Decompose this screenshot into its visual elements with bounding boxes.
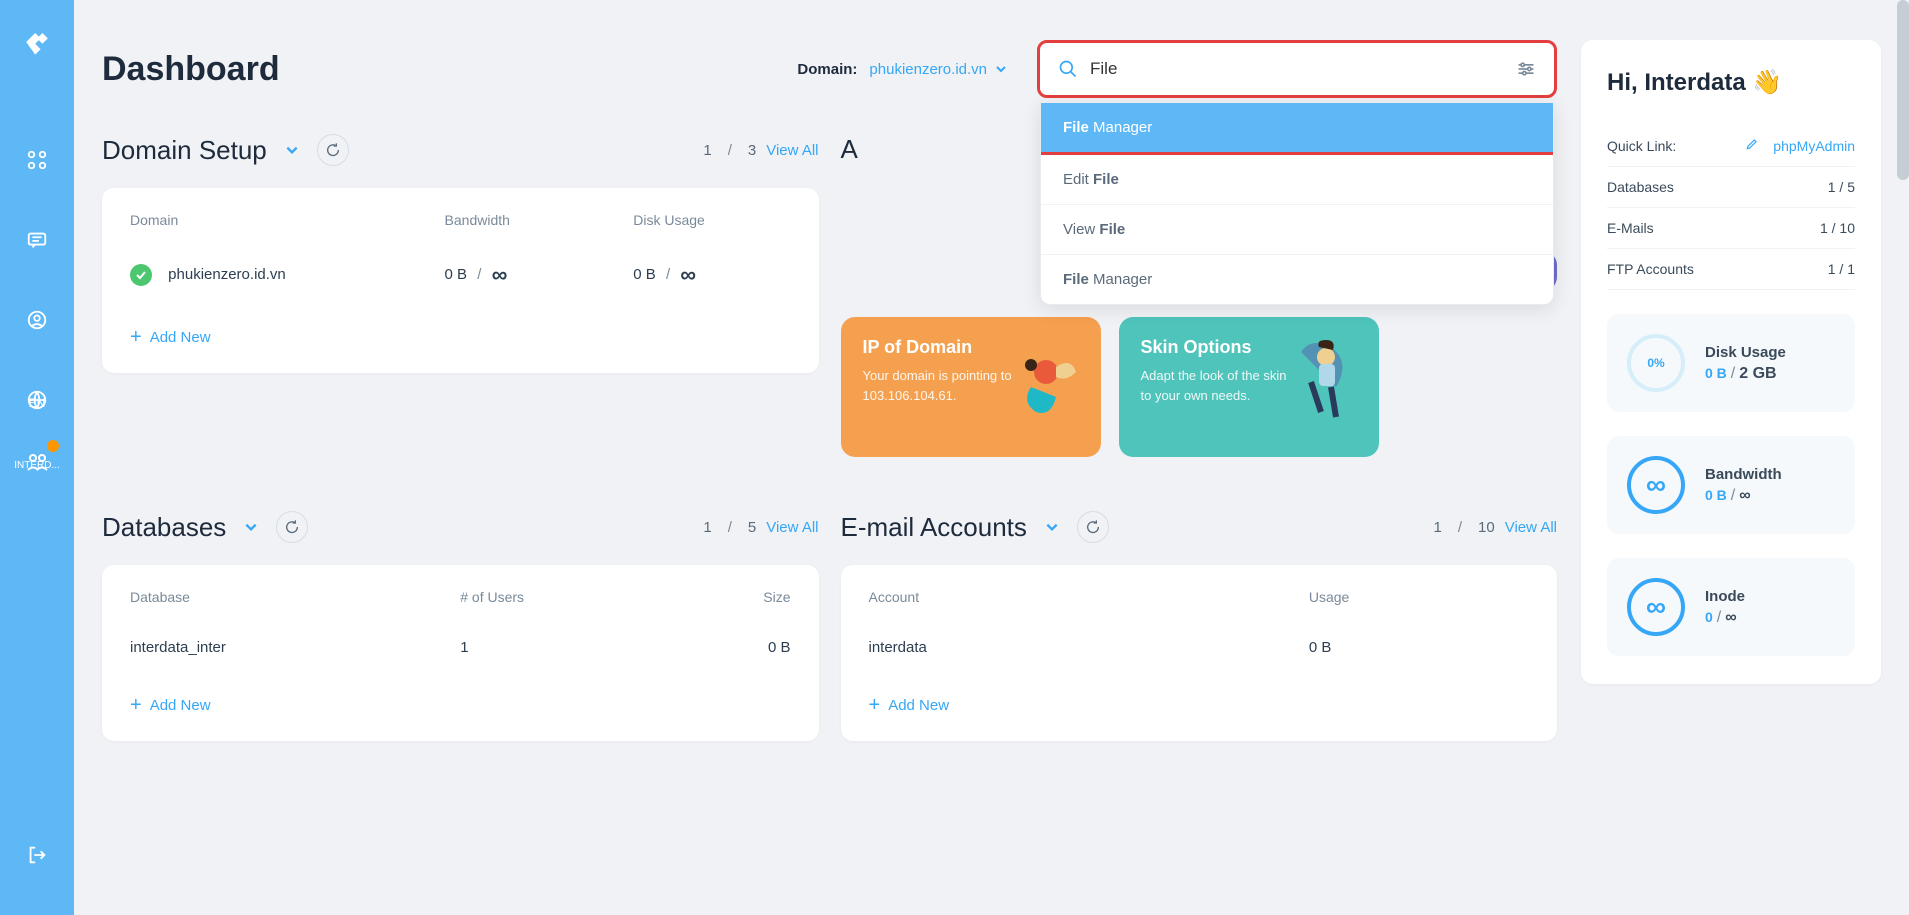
logo-icon <box>19 24 55 60</box>
domain-label: Domain: <box>797 61 857 78</box>
search-result-item[interactable]: Edit File <box>1041 155 1553 205</box>
page-val: 1 <box>703 142 711 159</box>
search-result-item[interactable]: File Manager <box>1041 255 1553 304</box>
domain-select[interactable]: phukienzero.id.vn <box>869 61 1007 78</box>
add-new-button[interactable]: + Add New <box>869 676 1530 717</box>
search-icon <box>1058 59 1078 79</box>
lang-label[interactable]: EN <box>29 396 46 410</box>
databases-card: Database # of Users Size interdata_inter… <box>102 565 819 741</box>
table-row[interactable]: phukienzero.id.vn 0 B / ∞ 0 B / ∞ <box>130 242 791 308</box>
refresh-button[interactable] <box>317 134 349 166</box>
chevron-down-icon[interactable] <box>240 516 262 538</box>
apps-icon[interactable] <box>17 140 57 180</box>
chevron-down-icon[interactable] <box>1041 516 1063 538</box>
quick-row[interactable]: E-Mails 1 / 10 <box>1607 208 1855 249</box>
chat-icon[interactable] <box>17 220 57 260</box>
stat-disk: 0% Disk Usage 0 B/2 GB <box>1607 314 1855 412</box>
view-all-link[interactable]: View All <box>1505 519 1557 536</box>
add-new-button[interactable]: + Add New <box>130 676 791 717</box>
stat-inode: ∞ Inode 0/∞ <box>1607 558 1855 656</box>
add-new-button[interactable]: + Add New <box>130 308 791 349</box>
domain-value: phukienzero.id.vn <box>869 61 987 78</box>
infinity-icon: ∞ <box>680 262 696 287</box>
wave-icon: 👋 <box>1752 68 1782 97</box>
refresh-button[interactable] <box>276 511 308 543</box>
greeting: Hi, Interdata 👋 <box>1607 68 1855 97</box>
ring-icon: 0% <box>1627 334 1685 392</box>
table-row[interactable]: interdata 0 B <box>869 619 1530 676</box>
check-icon <box>130 264 152 286</box>
user-panel: Hi, Interdata 👋 Quick Link: phpMyAdmin D… <box>1581 40 1881 684</box>
search-result-item[interactable]: File Manager <box>1041 103 1553 155</box>
emails-card: Account Usage interdata 0 B + Add New <box>841 565 1558 741</box>
domain-setup-card: Domain Bandwidth Disk Usage phukienzero.… <box>102 188 819 373</box>
infinity-icon: ∞ <box>492 262 508 287</box>
col-bandwidth: Bandwidth <box>445 212 634 228</box>
ring-icon: ∞ <box>1627 578 1685 636</box>
col-disk: Disk Usage <box>633 212 790 228</box>
view-all-link[interactable]: View All <box>766 142 818 159</box>
user-icon[interactable] <box>17 300 57 340</box>
section-title-domain: Domain Setup <box>102 135 267 166</box>
plus-icon: + <box>130 694 142 717</box>
scrollbar[interactable] <box>1897 0 1909 915</box>
skin-options-card[interactable]: Skin Options Adapt the look of the skin … <box>1119 317 1379 457</box>
refresh-button[interactable] <box>1077 511 1109 543</box>
infinity-icon: ∞ <box>1646 469 1666 501</box>
ip-domain-card[interactable]: IP of Domain Your domain is pointing to … <box>841 317 1101 457</box>
section-title-advanced: A <box>841 134 858 165</box>
quick-row[interactable]: Databases 1 / 5 <box>1607 167 1855 208</box>
col-domain: Domain <box>130 212 445 228</box>
page-title: Dashboard <box>102 50 280 89</box>
quick-row[interactable]: FTP Accounts 1 / 1 <box>1607 249 1855 290</box>
stat-bandwidth: ∞ Bandwidth 0 B/∞ <box>1607 436 1855 534</box>
chevron-down-icon <box>995 63 1007 75</box>
plus-icon: + <box>869 694 881 717</box>
infinity-icon: ∞ <box>1646 591 1666 623</box>
table-row[interactable]: interdata_inter 1 0 B <box>130 619 791 676</box>
search-result-item[interactable]: View File <box>1041 205 1553 255</box>
section-title-databases: Databases <box>102 512 226 543</box>
search-box[interactable] <box>1037 40 1557 98</box>
pencil-icon[interactable] <box>1745 137 1759 154</box>
sidebar: EN INTERD... <box>0 0 74 915</box>
person-illustration <box>1001 337 1091 427</box>
scroll-thumb[interactable] <box>1897 0 1909 180</box>
quick-link-row: Quick Link: phpMyAdmin <box>1607 125 1855 167</box>
account-icon[interactable] <box>17 442 57 482</box>
ring-icon: ∞ <box>1627 456 1685 514</box>
search-wrap: File Manager Edit File View File File Ma… <box>1037 40 1557 98</box>
sliders-icon[interactable] <box>1516 59 1536 79</box>
quick-link[interactable]: phpMyAdmin <box>1773 138 1855 154</box>
section-title-emails: E-mail Accounts <box>841 512 1027 543</box>
chevron-down-icon[interactable] <box>281 139 303 161</box>
search-results: File Manager Edit File View File File Ma… <box>1040 102 1554 305</box>
page-total: 3 <box>748 142 756 159</box>
search-input[interactable] <box>1090 59 1504 79</box>
person-illustration <box>1281 332 1371 442</box>
plus-icon: + <box>130 326 142 349</box>
view-all-link[interactable]: View All <box>766 519 818 536</box>
notification-dot <box>47 440 59 452</box>
logout-icon[interactable] <box>17 835 57 875</box>
